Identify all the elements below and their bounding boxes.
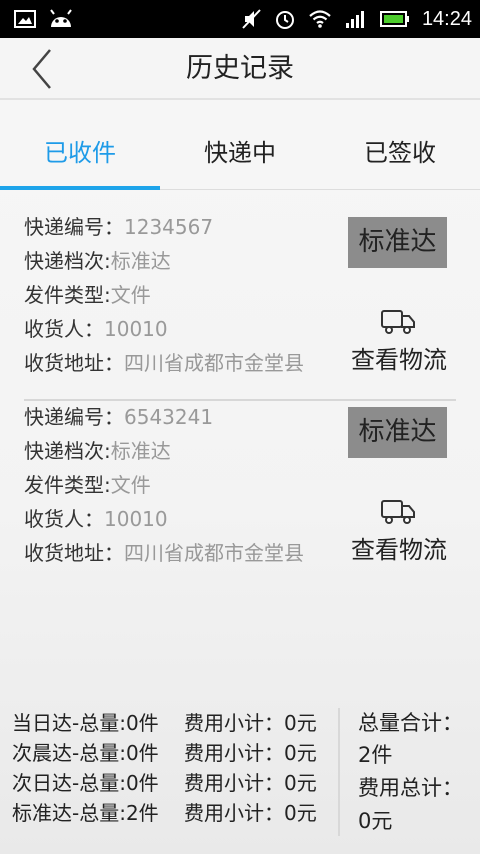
level-badge: 标准达 [348,217,447,268]
record-type-row: 发件类型:文件 [24,468,151,502]
record-address: 四川省成都市金堂县 [124,541,304,565]
tab-signed[interactable]: 已签收 [320,118,480,189]
summary-divider [338,708,340,836]
summary-name: 次晨达-总量:0件 [12,741,159,765]
total-count: 2件 [358,743,393,767]
truck-icon[interactable] [380,496,416,526]
summary-name: 次日达-总量:0件 [12,771,159,795]
record-type-label: 发件类型: [24,283,111,307]
status-time: 14:24 [421,7,472,30]
record-receiver-label: 收货人： [24,317,104,341]
page-title: 历史记录 [186,53,294,84]
record-receiver-label: 收货人： [24,507,104,531]
signal-icon [345,11,364,28]
record-receiver-row: 收货人：10010 [24,502,168,536]
record-type: 文件 [110,473,151,497]
back-chevron-icon [32,49,51,89]
back-button[interactable] [22,46,62,92]
tab-in-transit[interactable]: 快递中 [160,118,320,189]
level-badge: 标准达 [348,407,447,458]
summary-name: 当日达-总量:0件 [12,711,159,735]
tab-bar: 已收件 快递中 已签收 [0,118,480,190]
record-number: 1234567 [124,215,214,239]
record-card-2: 快递编号：6543241 快递档次:标准达 发件类型:文件 收货人：10010 … [24,400,456,590]
total-fee: 0元 [358,809,393,833]
header: 历史记录 [0,38,480,100]
summary-row: 当日达-总量:0件 费用小计：0元 [12,708,332,738]
total-fee-label: 费用总计： [358,776,463,800]
truck-icon[interactable] [380,306,416,336]
status-bar: 14:24 [0,0,480,38]
record-number-row: 快递编号：1234567 [24,210,213,244]
record-number: 6543241 [124,405,214,429]
gallery-icon [14,10,36,28]
record-address-row: 收货地址：四川省成都市金堂县 [24,346,304,380]
record-level: 标准达 [110,439,171,463]
record-type-row: 发件类型:文件 [24,278,151,312]
record-address-row: 收货地址：四川省成都市金堂县 [24,536,304,570]
view-logistics-button[interactable]: 查看物流 [347,534,447,566]
record-receiver-row: 收货人：10010 [24,312,168,346]
record-type-label: 发件类型: [24,473,111,497]
summary-fee: 费用小计：0元 [184,801,317,825]
summary-fee: 费用小计：0元 [184,771,317,795]
total-count-label: 总量合计： [358,711,463,735]
summary-fee: 费用小计：0元 [184,741,317,765]
record-card-1: 快递编号：1234567 快递档次:标准达 发件类型:文件 收货人：10010 … [24,210,456,400]
record-receiver: 10010 [104,507,168,531]
summary-row: 次晨达-总量:0件 费用小计：0元 [12,738,332,768]
record-level-label: 快递档次: [24,439,111,463]
record-number-row: 快递编号：6543241 [24,400,213,434]
record-address-label: 收货地址： [24,541,124,565]
record-level: 标准达 [110,249,171,273]
record-address: 四川省成都市金堂县 [124,351,304,375]
record-receiver: 10010 [104,317,168,341]
record-level-row: 快递档次:标准达 [24,434,171,468]
view-logistics-button[interactable]: 查看物流 [347,344,447,376]
mute-icon [242,9,261,29]
summary-list: 当日达-总量:0件 费用小计：0元 次晨达-总量:0件 费用小计：0元 次日达-… [12,708,332,828]
record-level-label: 快递档次: [24,249,111,273]
record-type: 文件 [110,283,151,307]
tab-received[interactable]: 已收件 [0,118,160,190]
summary-row: 标准达-总量:2件 费用小计：0元 [12,798,332,828]
record-number-label: 快递编号： [24,405,124,429]
record-number-label: 快递编号： [24,215,124,239]
summary-fee: 费用小计：0元 [184,711,317,735]
alarm-icon [275,11,294,29]
summary-totals: 总量合计： 2件 费用总计： 0元 [358,708,474,838]
wifi-icon [309,10,331,28]
record-address-label: 收货地址： [24,351,124,375]
summary-row: 次日达-总量:0件 费用小计：0元 [12,768,332,798]
battery-icon [379,11,409,27]
record-level-row: 快递档次:标准达 [24,244,171,278]
summary-name: 标准达-总量:2件 [12,801,159,825]
android-icon [50,9,72,27]
